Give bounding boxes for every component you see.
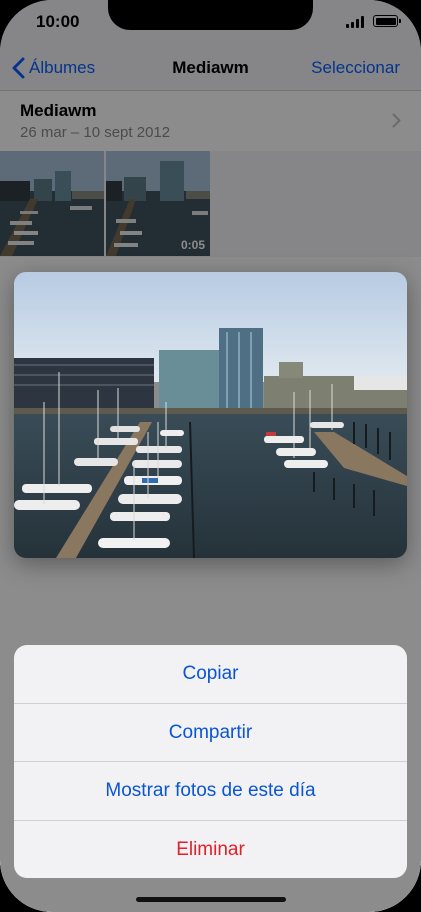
- menu-item-delete[interactable]: Eliminar: [14, 821, 407, 878]
- menu-item-show-day-photos[interactable]: Mostrar fotos de este día: [14, 762, 407, 820]
- menu-item-copy[interactable]: Copiar: [14, 645, 407, 703]
- photo-preview[interactable]: [14, 272, 407, 558]
- phone-screen: 10:00 Álbumes Mediawm Seleccionar Mediaw…: [0, 0, 421, 912]
- harbor-photo: [14, 272, 407, 558]
- home-indicator[interactable]: [136, 897, 286, 902]
- context-menu: Copiar Compartir Mostrar fotos de este d…: [14, 645, 407, 878]
- menu-item-share[interactable]: Compartir: [14, 704, 407, 762]
